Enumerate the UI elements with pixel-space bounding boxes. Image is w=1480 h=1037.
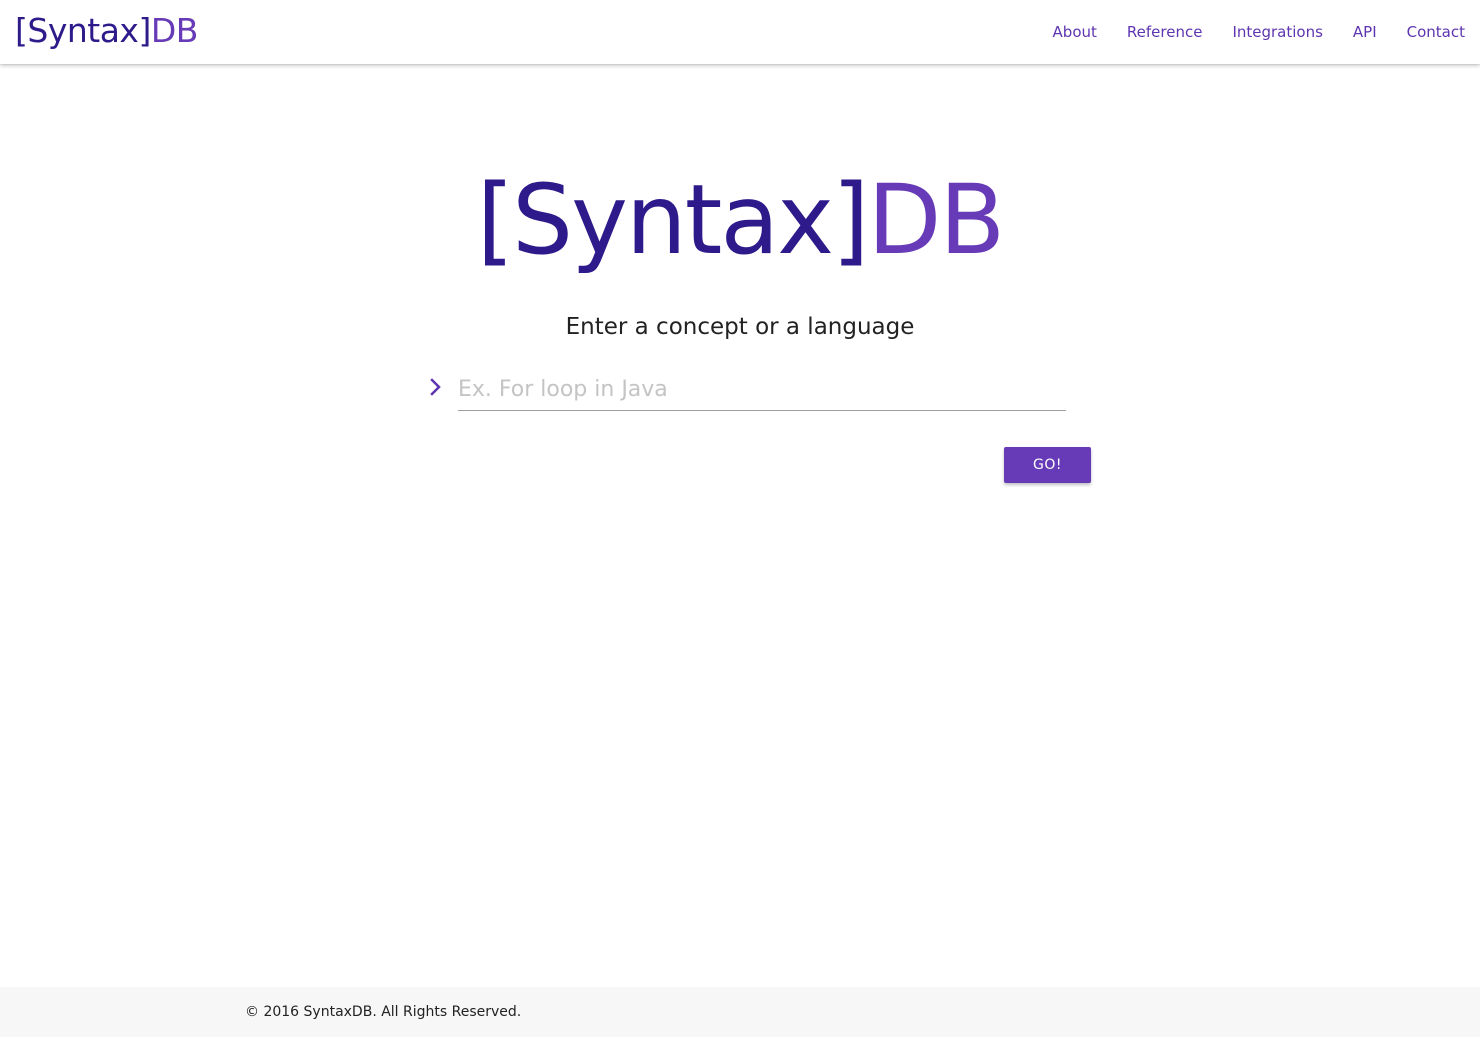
brand-logo-bracket-text: [Syntax] — [15, 11, 151, 50]
hero-logo-bracket-text: [Syntax] — [476, 164, 870, 276]
nav-links: About Reference Integrations API Contact — [1038, 0, 1480, 64]
nav-link-api[interactable]: API — [1338, 0, 1392, 64]
footer-copyright: © 2016 SyntaxDB. All Rights Reserved. — [245, 1004, 522, 1020]
brand-logo-link[interactable]: [Syntax]DB — [15, 10, 198, 52]
nav-link-about[interactable]: About — [1038, 0, 1112, 64]
chevron-right-icon — [428, 376, 444, 398]
nav-link-integrations[interactable]: Integrations — [1217, 0, 1337, 64]
top-navbar: [Syntax]DB About Reference Integrations … — [0, 0, 1480, 64]
hero-logo-db-text: DB — [867, 164, 1006, 276]
search-prompt: Enter a concept or a language — [565, 314, 915, 340]
nav-link-reference[interactable]: Reference — [1112, 0, 1218, 64]
brand-logo-db-text: DB — [150, 11, 199, 50]
search-input[interactable] — [458, 368, 1066, 411]
nav-link-contact[interactable]: Contact — [1392, 0, 1480, 64]
footer: © 2016 SyntaxDB. All Rights Reserved. — [0, 987, 1480, 1037]
hero-logo: [Syntax]DB — [0, 160, 1480, 280]
go-button[interactable]: GO! — [1004, 447, 1091, 483]
